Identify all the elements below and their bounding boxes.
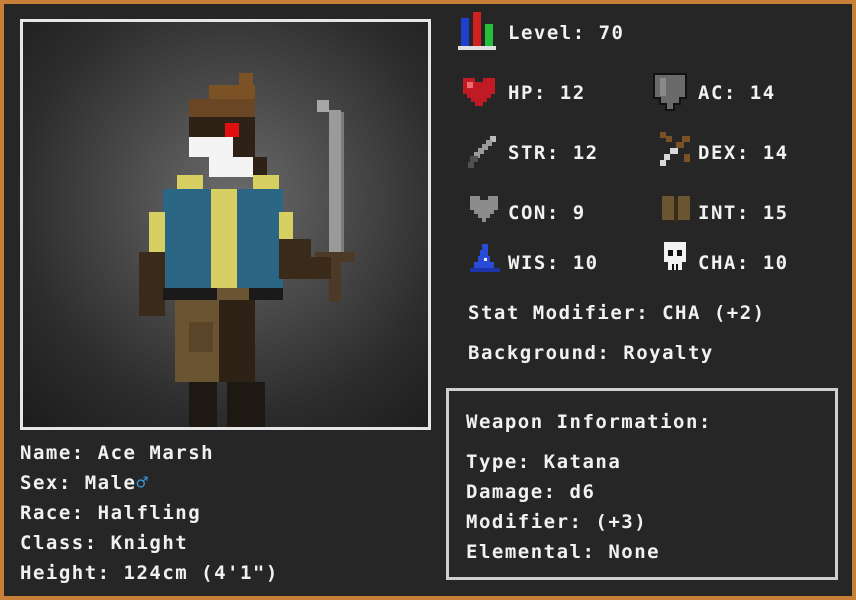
weapon-info-box: Weapon Information: Type: Katana Damage:… — [446, 388, 838, 580]
bow-icon — [660, 132, 690, 166]
book-icon — [662, 196, 690, 222]
stat-modifier: Stat Modifier: CHA (+2) — [468, 302, 766, 324]
wizard-hat-icon — [470, 244, 500, 272]
dex-value: DEX: 14 — [698, 142, 789, 164]
skull-icon — [664, 242, 686, 270]
cha-value: CHA: 10 — [698, 252, 789, 274]
character-card: Level: 70 HP: 12 AC: 14 STR: 12 DEX: 14 — [4, 4, 852, 596]
character-sex: Sex: Male♂ — [20, 472, 149, 494]
heart-icon — [463, 78, 495, 106]
weapon-type: Type: Katana — [466, 451, 622, 473]
character-height: Height: 124cm (4'1") — [20, 562, 279, 584]
character-portrait — [20, 19, 431, 430]
ac-value: AC: 14 — [698, 82, 776, 104]
male-symbol-icon: ♂ — [136, 472, 150, 494]
character-class: Class: Knight — [20, 532, 189, 554]
str-value: STR: 12 — [508, 142, 599, 164]
weapon-title: Weapon Information: — [466, 411, 712, 433]
weapon-elemental: Elemental: None — [466, 541, 661, 563]
shield-icon — [653, 73, 687, 111]
level-value: Level: 70 — [508, 22, 625, 44]
character-race: Race: Halfling — [20, 502, 202, 524]
character-name: Name: Ace Marsh — [20, 442, 215, 464]
weapon-modifier: Modifier: (+3) — [466, 511, 648, 533]
level-bars-icon — [458, 12, 496, 50]
hp-value: HP: 12 — [508, 82, 586, 104]
weapon-damage: Damage: d6 — [466, 481, 596, 503]
gray-heart-icon — [470, 196, 498, 222]
con-value: CON: 9 — [508, 202, 586, 224]
int-value: INT: 15 — [698, 202, 789, 224]
sword-icon — [468, 136, 496, 168]
background: Background: Royalty — [468, 342, 714, 364]
wis-value: WIS: 10 — [508, 252, 599, 274]
sex-label: Sex: Male — [20, 472, 137, 494]
knight-sprite — [139, 73, 355, 427]
